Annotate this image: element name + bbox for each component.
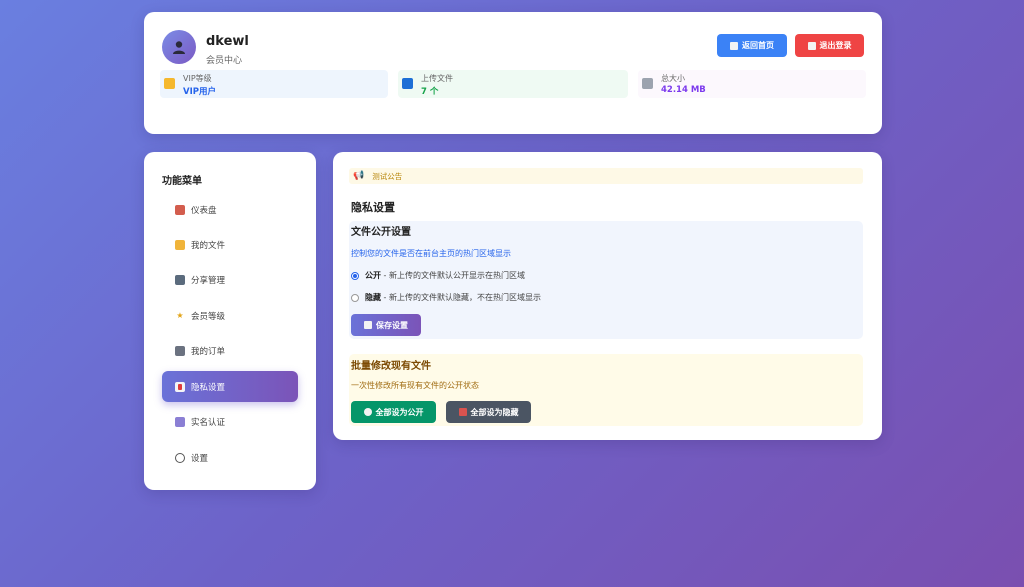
save-settings-button[interactable]: 保存设置 <box>351 314 421 336</box>
shield-icon <box>175 381 185 392</box>
file-visibility-description: 控制您的文件是否在前台主页的热门区域显示 <box>351 249 511 258</box>
announcement-bar: 📢 测试公告 <box>349 168 863 184</box>
crown-icon <box>164 78 175 89</box>
star-icon: ★ <box>176 311 184 320</box>
set-all-public-button[interactable]: 全部设为公开 <box>351 401 436 423</box>
hide-icon <box>458 408 467 416</box>
main-content: 📢 测试公告 隐私设置 文件公开设置 控制您的文件是否在前台主页的热门区域显示 … <box>333 152 882 440</box>
set-all-hidden-button[interactable]: 全部设为隐藏 <box>446 401 531 423</box>
sidebar-item-privacy-settings[interactable]: 隐私设置 <box>162 371 298 402</box>
logout-button[interactable]: 退出登录 <box>795 34 864 57</box>
home-button[interactable]: 返回首页 <box>717 34 787 57</box>
save-icon <box>364 321 372 329</box>
id-card-icon <box>175 416 185 427</box>
logout-icon <box>807 41 816 50</box>
batch-modify-description: 一次性修改所有现有文件的公开状态 <box>351 381 479 390</box>
uploaded-files-stat: 上传文件 7 个 <box>398 70 628 98</box>
batch-modify-section: 批量修改现有文件 一次性修改所有现有文件的公开状态 全部设为公开 全部设为隐藏 <box>349 354 863 426</box>
eye-icon <box>363 408 372 416</box>
user-icon <box>173 41 185 54</box>
file-visibility-section: 文件公开设置 控制您的文件是否在前台主页的热门区域显示 公开 - 新上传的文件默… <box>349 221 863 339</box>
sidebar-item-settings[interactable]: 设置 <box>162 442 298 473</box>
share-icon <box>175 274 185 285</box>
hidden-option[interactable]: 隐藏 - 新上传的文件默认隐藏，不在热门区域显示 <box>351 292 541 303</box>
public-radio[interactable] <box>351 271 359 280</box>
sidebar: 功能菜单 仪表盘 我的文件 分享管理 ★ 会员等级 我的订单 隐私设置 实名认证… <box>144 152 316 490</box>
sidebar-item-my-orders[interactable]: 我的订单 <box>162 335 298 366</box>
disk-icon <box>642 78 653 89</box>
folder-icon <box>175 239 185 250</box>
batch-modify-title: 批量修改现有文件 <box>351 361 431 372</box>
upload-icon <box>402 78 413 89</box>
megaphone-icon: 📢 <box>353 171 365 181</box>
menu-title: 功能菜单 <box>162 176 202 187</box>
page-title: 隐私设置 <box>351 201 395 214</box>
username: dkewl <box>206 34 249 49</box>
user-header-card: dkewl 会员中心 返回首页 退出登录 VIP等级 VIP用户 上传文件 7 … <box>144 12 882 134</box>
sidebar-item-dashboard[interactable]: 仪表盘 <box>162 194 298 225</box>
sidebar-item-my-files[interactable]: 我的文件 <box>162 229 298 260</box>
home-icon <box>730 41 738 50</box>
file-visibility-title: 文件公开设置 <box>351 227 411 238</box>
chart-icon <box>175 204 185 215</box>
avatar <box>162 30 196 64</box>
member-center-label: 会员中心 <box>206 56 243 66</box>
sidebar-item-membership[interactable]: ★ 会员等级 <box>162 300 298 331</box>
sidebar-item-share-management[interactable]: 分享管理 <box>162 264 298 295</box>
gear-icon <box>175 452 185 463</box>
vip-level-stat: VIP等级 VIP用户 <box>160 70 388 98</box>
sidebar-item-verification[interactable]: 实名认证 <box>162 406 298 437</box>
hidden-radio[interactable] <box>351 293 359 302</box>
total-size-stat: 总大小 42.14 MB <box>638 70 866 98</box>
public-option[interactable]: 公开 - 新上传的文件默认公开显示在热门区域 <box>351 270 525 281</box>
cart-icon <box>175 345 185 356</box>
